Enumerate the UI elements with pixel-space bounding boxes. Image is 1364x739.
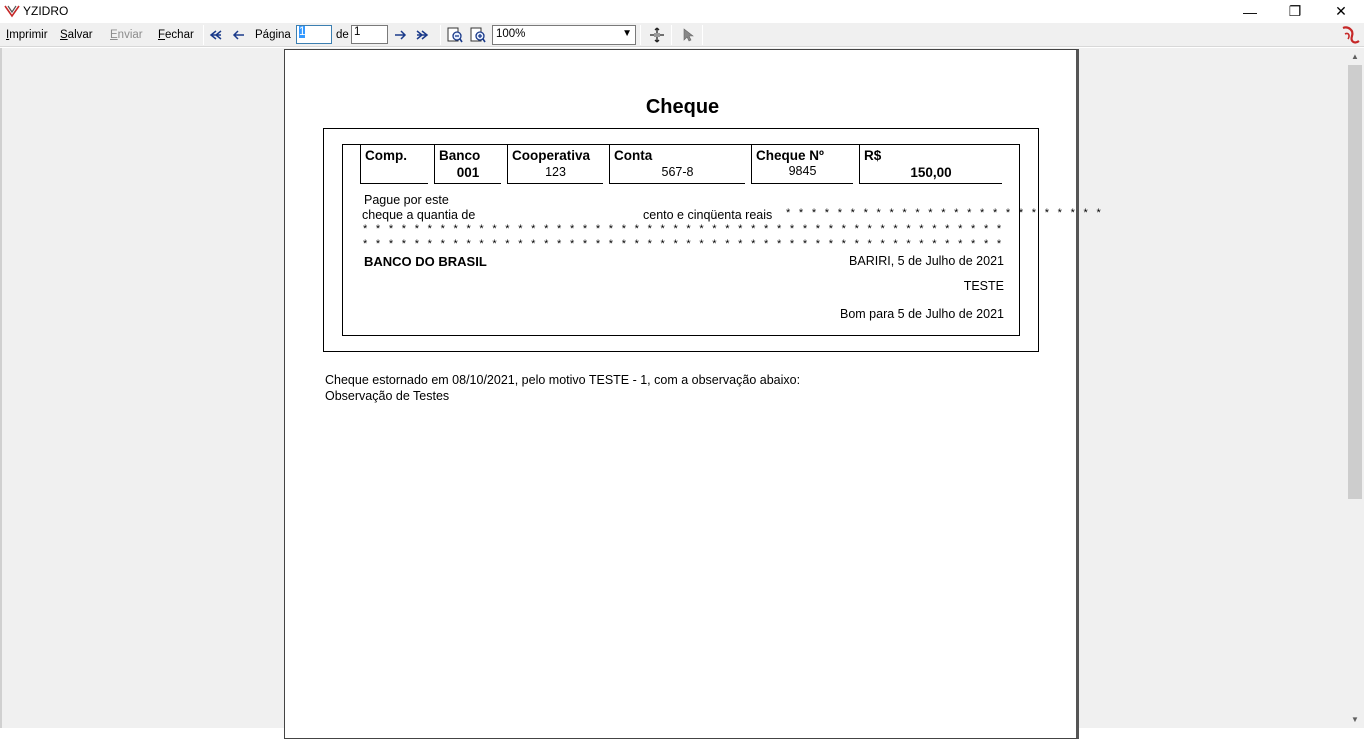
cheque-body: Comp. Banco 001 Cooperativa 123 Conta 56… [342,144,1101,336]
pan-icon[interactable] [648,26,666,44]
banco-field: Banco 001 [434,145,501,184]
toolbar-separator [702,25,703,45]
scroll-down-icon[interactable]: ▼ [1346,711,1364,728]
vertical-scrollbar[interactable]: ▲ ▼ [1346,48,1364,728]
comp-label: Comp. [365,148,407,163]
amount-filler-stars: * * * * * * * * * * * * * * * * * * * * … [786,207,1104,219]
page-number-input[interactable]: 1 [296,25,332,44]
banco-label: Banco [439,148,481,163]
minimize-icon: — [1243,3,1257,20]
close-button[interactable]: Fechar [158,29,194,41]
pague-text-line2: cheque a quantia de [362,208,476,222]
cooperativa-label: Cooperativa [512,148,591,163]
save-label: alvar [67,29,93,41]
toolbar-separator [203,25,204,45]
place-date: BARIRI, 5 de Julho de 2021 [849,254,1004,268]
currency-label: R$ [864,148,882,163]
first-page-icon[interactable] [207,26,225,44]
last-page-icon[interactable] [413,26,431,44]
save-button[interactable]: Salvar [60,29,93,41]
previous-page-icon[interactable] [230,26,248,44]
amount-in-words: cento e cinqüenta reais [643,208,773,222]
next-page-icon[interactable] [391,26,409,44]
toolbar-separator [640,25,641,45]
reversal-note: Cheque estornado em 08/10/2021, pelo mot… [325,373,801,387]
send-label: nviar [117,29,143,41]
preview-toolbar: Imprimir Salvar Enviar Fechar Página 1 d… [0,23,1364,47]
zoom-select[interactable]: 100% ▼ [492,25,636,45]
conta-value: 567-8 [661,165,694,179]
chevron-down-icon: ▼ [622,28,632,39]
send-accel: E [110,29,118,41]
restore-button[interactable]: ❐ [1272,0,1318,23]
app-logo-icon [4,5,20,18]
payee-name: TESTE [963,279,1004,293]
cheque-number-label: Cheque Nº [756,148,824,163]
bank-name: BANCO DO BRASIL [364,254,487,269]
zoom-out-icon[interactable] [446,26,464,44]
title-bar: YZIDRO — ❐ ✕ [0,0,1364,23]
close-accel: F [158,29,166,41]
pointer-icon[interactable] [679,26,697,44]
amount-field: R$ 150,00 [859,145,1002,184]
of-label: de [336,29,349,41]
close-icon: ✕ [1335,3,1347,19]
conta-label: Conta [614,148,653,163]
page-total-value: 1 [354,26,361,38]
cooperativa-field: Cooperativa 123 [507,145,603,184]
toolbar-separator [440,25,441,45]
scroll-up-icon[interactable]: ▲ [1346,48,1364,65]
pague-text-line1: Pague por este [364,193,449,207]
cheque-number-field: Cheque Nº 9845 [751,145,853,184]
banco-value: 001 [456,165,480,180]
page-title: Cheque [645,96,720,118]
cheque-number-value: 9845 [788,164,817,178]
restore-icon: ❐ [1288,3,1302,19]
scroll-thumb[interactable] [1348,65,1362,499]
filler-stars-line: * * * * * * * * * * * * * * * * * * * * … [363,238,1008,250]
page-current-value: 1 [299,26,306,38]
zoom-in-icon[interactable] [469,26,487,44]
print-button[interactable]: Imprimir [6,29,48,41]
conta-field: Conta 567-8 [609,145,745,184]
cooperativa-value: 123 [545,165,566,179]
close-window-button[interactable]: ✕ [1318,0,1364,23]
report-page: Cheque Comp. Banco 001 Cooperativa 123 C… [284,49,1101,739]
amount-value: 150,00 [910,165,952,180]
cheque-outer-frame: Comp. Banco 001 Cooperativa 123 Conta 56… [323,128,1101,352]
toolbar-separator [671,25,672,45]
save-accel: S [60,29,68,41]
page-total-field: 1 [351,25,388,44]
close-label: echar [165,29,194,41]
observation-text: Observação de Testes [325,389,450,403]
filler-stars-line: * * * * * * * * * * * * * * * * * * * * … [363,223,1008,235]
minimize-button[interactable]: — [1227,0,1273,23]
brand-logo-icon [1342,26,1360,44]
send-button[interactable]: Enviar [110,29,143,41]
zoom-value: 100% [496,28,526,40]
print-label: mprimir [9,29,48,41]
window-title: YZIDRO [23,4,69,18]
comp-field: Comp. [360,145,428,184]
good-for-date: Bom para 5 de Julho de 2021 [839,307,1004,321]
page-label: Página [255,29,291,41]
